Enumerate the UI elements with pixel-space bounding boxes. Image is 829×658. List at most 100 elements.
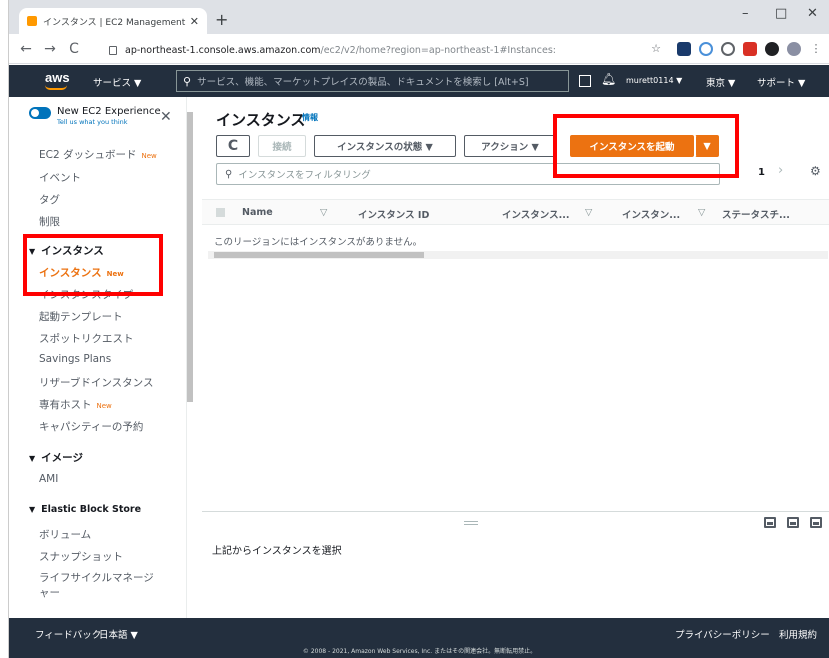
global-search-input[interactable]: ⚲ サービス、機能、マーケットプレイスの製品、ドキュメントを検索し [Alt+S… xyxy=(176,70,569,92)
close-tab-icon[interactable]: ✕ xyxy=(190,15,199,28)
new-badge: New xyxy=(141,152,157,160)
column-header-instance-id[interactable]: インスタンス ID xyxy=(358,207,429,221)
extension-icon[interactable] xyxy=(743,42,757,56)
next-page-icon[interactable]: › xyxy=(778,163,783,178)
scrollbar-thumb[interactable] xyxy=(214,252,424,258)
sort-icon[interactable]: ▽ xyxy=(320,207,327,218)
notifications-bell-icon[interactable]: 🔔︎ xyxy=(601,72,616,86)
sidebar-item-label: 専有ホスト xyxy=(39,399,92,411)
refresh-icon: C xyxy=(227,138,239,154)
maximize-icon[interactable]: □ xyxy=(775,6,787,21)
support-menu[interactable]: サポート ▼ xyxy=(757,75,805,89)
sort-icon[interactable]: ▽ xyxy=(585,207,592,218)
split-drag-handle[interactable] xyxy=(464,521,478,525)
aws-top-nav: aws サービス ▼ ⚲ サービス、機能、マーケットプレイスの製品、ドキュメント… xyxy=(9,65,829,97)
extension-icon[interactable] xyxy=(677,42,691,56)
sidebar-item-capacity-reservations[interactable]: キャパシティーの予約 xyxy=(39,419,143,434)
sidebar-group-label: Elastic Block Store xyxy=(41,504,142,515)
sidebar-item-limits[interactable]: 制限 xyxy=(39,214,60,229)
extension-icon[interactable] xyxy=(699,42,713,56)
reload-icon[interactable]: C xyxy=(67,41,81,57)
terms-link[interactable]: 利用規約 xyxy=(779,627,817,641)
browser-tab-bar: インスタンス | EC2 Management Co ✕ + – □ ✕ xyxy=(9,0,829,34)
sidebar-group-label: イメージ xyxy=(41,452,83,464)
column-header-instance-type[interactable]: インスタン... xyxy=(622,207,680,221)
split-full-icon[interactable] xyxy=(810,517,822,528)
column-header-name[interactable]: Name xyxy=(242,207,273,218)
sidebar-item-spot-requests[interactable]: スポットリクエスト xyxy=(39,331,134,346)
feedback-link[interactable]: Tell us what you think xyxy=(57,118,128,126)
sidebar-item-label: EC2 ダッシュボード xyxy=(39,149,137,161)
sidebar-item-volumes[interactable]: ボリューム xyxy=(39,527,91,542)
aws-smile-icon xyxy=(45,85,67,90)
browser-tab[interactable]: インスタンス | EC2 Management Co ✕ xyxy=(19,8,207,34)
sidebar-item-launch-templates[interactable]: 起動テンプレート xyxy=(39,309,123,324)
sort-icon[interactable]: ▽ xyxy=(698,207,705,218)
sidebar-item-savings-plans[interactable]: Savings Plans xyxy=(39,353,111,365)
extension-icon[interactable] xyxy=(765,42,779,56)
new-experience-label: New EC2 Experience xyxy=(57,106,161,117)
connect-button[interactable]: 接続 xyxy=(258,135,306,157)
account-menu[interactable]: murett0114 ▼ xyxy=(626,76,682,85)
split-divider xyxy=(202,511,829,512)
window-close-icon[interactable]: ✕ xyxy=(807,6,818,21)
browser-window: インスタンス | EC2 Management Co ✕ + – □ ✕ ← →… xyxy=(8,0,829,658)
aws-logo[interactable]: aws xyxy=(45,70,70,85)
feedback-link[interactable]: フィードバック xyxy=(35,627,101,641)
url-field[interactable]: ap-northeast-1.console.aws.amazon.com /e… xyxy=(109,40,669,60)
split-side-icon[interactable] xyxy=(787,517,799,528)
url-path: /ec2/v2/home?region=ap-northeast-1#Insta… xyxy=(320,44,556,56)
search-icon: ⚲ xyxy=(225,168,233,180)
sidebar-item-dedicated-hosts[interactable]: 専有ホスト New xyxy=(39,397,112,412)
cloudshell-icon[interactable] xyxy=(579,75,591,87)
region-menu[interactable]: 東京 ▼ xyxy=(706,75,735,89)
sidebar-item-events[interactable]: イベント xyxy=(39,170,81,185)
new-tab-icon[interactable]: + xyxy=(215,10,228,29)
info-link[interactable]: 情報 xyxy=(302,112,318,123)
settings-gear-icon[interactable]: ⚙ xyxy=(810,164,821,178)
page-title: インスタンス xyxy=(216,111,306,129)
back-icon[interactable]: ← xyxy=(19,41,33,57)
split-bottom-icon[interactable] xyxy=(764,517,776,528)
sidebar-item-snapshots[interactable]: スナップショット xyxy=(39,549,123,564)
sidebar-item-lifecycle-manager[interactable]: ライフサイクルマネージャー xyxy=(39,571,159,601)
language-menu[interactable]: 日本語 ▼ xyxy=(99,627,138,641)
actions-button[interactable]: アクション ▼ xyxy=(464,135,556,157)
highlight-box-instances xyxy=(23,234,163,296)
url-host: ap-northeast-1.console.aws.amazon.com xyxy=(125,44,321,56)
search-icon: ⚲ xyxy=(183,74,192,88)
sidebar-group-ebs[interactable]: ▼ Elastic Block Store xyxy=(29,504,141,515)
close-sidebar-icon[interactable]: ✕ xyxy=(160,109,172,125)
filter-placeholder: インスタンスをフィルタリング xyxy=(238,170,371,181)
address-bar: ← → C ap-northeast-1.console.aws.amazon.… xyxy=(9,34,829,64)
toggle-switch[interactable] xyxy=(29,107,51,119)
highlight-box-launch xyxy=(553,114,739,178)
sidebar-group-images[interactable]: ▼ イメージ xyxy=(29,450,83,465)
sidebar-item-dashboard[interactable]: EC2 ダッシュボード New xyxy=(39,147,157,162)
caret-down-icon: ▼ xyxy=(29,505,36,514)
forward-icon[interactable]: → xyxy=(43,41,57,57)
new-badge: New xyxy=(96,402,112,410)
refresh-button[interactable]: C xyxy=(216,135,250,157)
select-all-checkbox[interactable] xyxy=(216,208,225,217)
scrollbar-thumb[interactable] xyxy=(187,112,193,402)
table-horizontal-scrollbar[interactable] xyxy=(208,251,828,259)
sidebar-item-reserved-instances[interactable]: リザーブドインスタンス xyxy=(39,375,153,390)
sidebar-scrollbar[interactable] xyxy=(186,102,194,614)
instance-state-button[interactable]: インスタンスの状態 ▼ xyxy=(314,135,456,157)
bookmark-star-icon[interactable]: ☆ xyxy=(649,42,663,56)
extension-icon[interactable] xyxy=(721,42,735,56)
services-menu[interactable]: サービス ▼ xyxy=(93,75,141,89)
chrome-menu-icon[interactable]: ⋮ xyxy=(809,42,823,56)
column-header-status-check[interactable]: ステータスチ... xyxy=(722,207,790,221)
page-number[interactable]: 1 xyxy=(758,167,765,178)
sidebar-item-tags[interactable]: タグ xyxy=(39,192,60,207)
profile-avatar-icon[interactable] xyxy=(787,42,801,56)
empty-table-message: このリージョンにはインスタンスがありません。 xyxy=(214,237,423,248)
column-header-instance-state[interactable]: インスタンス... xyxy=(502,207,569,221)
copyright-text: © 2008 - 2021, Amazon Web Services, Inc.… xyxy=(302,648,537,655)
sidebar-item-ami[interactable]: AMI xyxy=(39,473,58,485)
privacy-policy-link[interactable]: プライバシーポリシー xyxy=(675,627,770,641)
tab-title: インスタンス | EC2 Management Co xyxy=(43,17,186,28)
minimize-icon[interactable]: – xyxy=(742,6,749,21)
